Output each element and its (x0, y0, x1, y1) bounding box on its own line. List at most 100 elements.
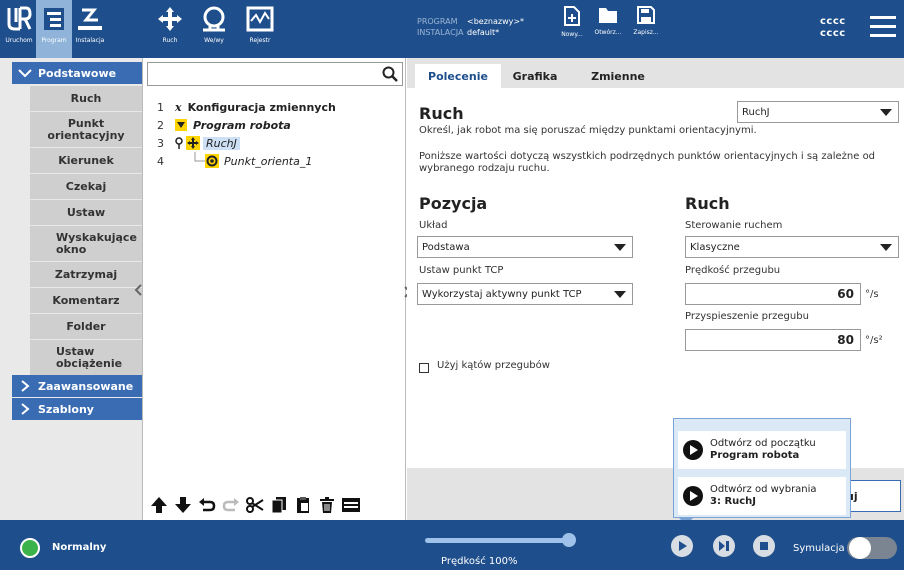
tree-row-variables[interactable]: 1 x Konfiguracja zmiennych (157, 98, 336, 116)
speed-slider-handle[interactable] (562, 533, 576, 547)
program-node-icon (175, 119, 187, 131)
variable-x-icon: x (175, 100, 182, 114)
nav-io[interactable]: We/wy (196, 0, 232, 58)
category-templates-label: Szablony (38, 402, 94, 416)
joint-speed-input[interactable]: 60 (685, 283, 861, 305)
cut-icon[interactable] (245, 494, 265, 516)
sidebar-item-move[interactable]: Ruch (30, 86, 142, 112)
tree-row-label: RuchJ (203, 136, 240, 150)
category-templates[interactable]: Szablony (12, 398, 142, 420)
tcp-dropdown[interactable]: Wykorzystaj aktywny punkt TCP (417, 283, 633, 305)
menu-icon[interactable] (870, 16, 896, 40)
redo-icon[interactable] (221, 494, 241, 516)
tree-row-label: Punkt_orienta_1 (224, 154, 313, 168)
breakpoint-pin-icon (175, 137, 183, 149)
tree-toolbar (143, 490, 407, 520)
sidebar-item-wait[interactable]: Czekaj (30, 174, 142, 200)
search-input[interactable] (147, 62, 403, 86)
joint-angles-checkbox[interactable] (419, 363, 429, 373)
control-dropdown[interactable]: Klasyczne (685, 236, 899, 258)
stop-button[interactable] (752, 534, 776, 558)
play-icon (683, 440, 703, 460)
save-button[interactable]: Zapisz... (628, 6, 664, 52)
tree-branch-icon (194, 152, 205, 162)
joint-speed-label: Prędkość przegubu (685, 265, 781, 276)
sidebar-item-set-payload[interactable]: Ustaw obciążenie (30, 340, 142, 376)
move-type-dropdown[interactable]: RuchJ (737, 101, 899, 123)
tab-variables[interactable]: Zmienne (581, 64, 655, 88)
simulation-toggle-knob[interactable] (849, 537, 871, 559)
program-icon (44, 8, 64, 30)
tab-bar: Polecenie Grafika Zmienne (407, 58, 904, 88)
nav-program[interactable]: Program (36, 0, 72, 58)
tree-row-robot-program[interactable]: 2 Program robota (157, 116, 291, 134)
tree-row-waypoint[interactable]: 4 Punkt_orienta_1 (157, 152, 312, 170)
simulation-label: Symulacja (793, 543, 845, 554)
suppress-icon[interactable] (341, 494, 361, 516)
installation-icon (78, 8, 102, 30)
paste-icon[interactable] (293, 494, 313, 516)
tcp-label: Ustaw punkt TCP (419, 265, 504, 276)
frame-dropdown[interactable]: Podstawa (417, 236, 633, 258)
tcp-value: Wykorzystaj aktywny punkt TCP (422, 288, 582, 300)
step-button[interactable] (712, 534, 736, 558)
delete-icon[interactable] (317, 494, 337, 516)
tree-row-label: Program robota (193, 118, 291, 132)
sidebar-item-label: Kierunek (58, 153, 114, 167)
sidebar-item-halt[interactable]: Zatrzymaj (30, 262, 142, 288)
move-up-icon[interactable] (149, 494, 169, 516)
nav-installation[interactable]: Instalacja (72, 0, 108, 58)
play-from-selection-option[interactable]: Odtwórz od wybrania 3: RuchJ (678, 477, 846, 515)
nav-run[interactable]: Uruchom (2, 0, 36, 58)
tab-graphics[interactable]: Grafika (503, 64, 567, 88)
save-icon (637, 6, 655, 24)
copy-icon[interactable] (269, 494, 289, 516)
log-icon (246, 6, 274, 32)
installation-name: default* (467, 28, 500, 37)
play-from-selection-line1: Odtwórz od wybrania (710, 484, 817, 495)
nav-move[interactable]: Ruch (152, 0, 188, 58)
control-label: Sterowanie ruchem (685, 220, 783, 231)
nav-log[interactable]: Rejestr (240, 0, 280, 58)
program-info: PROGRAM <beznazwy>* INSTALACJA default* (417, 16, 524, 38)
command-title: Ruch (419, 104, 464, 123)
user-info: cccc cccc (820, 16, 846, 40)
sidebar-item-comment[interactable]: Komentarz (30, 288, 142, 314)
status-indicator-icon[interactable] (20, 538, 40, 558)
joint-accel-input[interactable]: 80 (685, 329, 861, 351)
play-popup: Odtwórz od początku Program robota Odtwó… (673, 418, 851, 518)
play-from-start-option[interactable]: Odtwórz od początku Program robota (678, 431, 846, 469)
program-tree-pane: 1 x Konfiguracja zmiennych 2 Program rob… (142, 58, 406, 520)
new-file-icon (564, 6, 580, 26)
move-down-icon[interactable] (173, 494, 193, 516)
new-button[interactable]: Nowy... (554, 6, 590, 52)
position-heading: Pozycja (419, 194, 488, 213)
sidebar-item-label: Punkt orientacyjny (47, 116, 125, 142)
move-type-value: RuchJ (742, 106, 770, 118)
top-bar: Uruchom Program Instalacja Ruch We/wy Re… (0, 0, 904, 58)
sidebar-item-label: Czekaj (65, 179, 107, 193)
frame-label: Układ (419, 220, 448, 231)
category-advanced[interactable]: Zaawansowane (12, 375, 142, 397)
dropdown-arrow-icon (880, 109, 892, 116)
search-icon[interactable] (382, 66, 398, 82)
nav-program-label: Program (41, 37, 67, 44)
category-basic[interactable]: Podstawowe (12, 62, 142, 84)
sidebar-item-set[interactable]: Ustaw (30, 200, 142, 226)
move-icon (158, 7, 182, 31)
waypoint-icon (205, 154, 219, 168)
sidebar-item-popup[interactable]: Wyskakujące okno (30, 226, 142, 262)
nav-log-label: Rejestr (249, 37, 271, 44)
sidebar-item-direction[interactable]: Kierunek (30, 148, 142, 174)
sidebar-item-label: Komentarz (52, 293, 120, 307)
command-sidebar: Podstawowe Ruch Punkt orientacyjny Kieru… (0, 58, 142, 520)
open-button[interactable]: Otwórz... (590, 6, 626, 52)
tree-row-movej[interactable]: 3 RuchJ (157, 134, 240, 152)
sidebar-item-waypoint[interactable]: Punkt orientacyjny (30, 112, 142, 148)
undo-icon[interactable] (197, 494, 217, 516)
sidebar-item-folder[interactable]: Folder (30, 314, 142, 340)
speed-slider[interactable] (425, 538, 565, 543)
tab-command[interactable]: Polecenie (415, 64, 501, 88)
nav-run-label: Uruchom (5, 37, 33, 44)
play-button[interactable] (670, 534, 694, 558)
